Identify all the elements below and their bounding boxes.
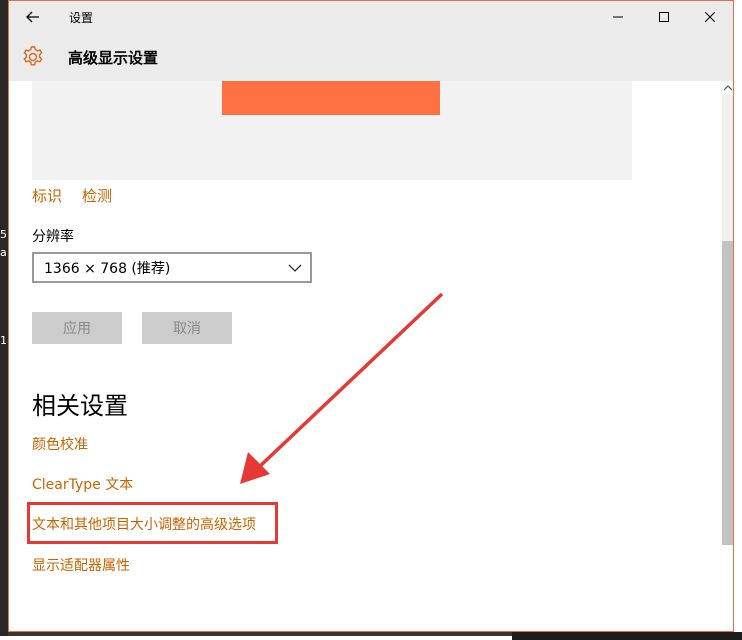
maximize-button[interactable] [641, 1, 687, 33]
close-button[interactable] [687, 1, 733, 33]
title-bar: 设置 [9, 1, 733, 33]
cleartype-link[interactable]: ClearType 文本 [32, 474, 133, 494]
taskbar-fragment [512, 632, 742, 640]
window-title: 设置 [69, 10, 94, 25]
back-button[interactable] [9, 1, 57, 33]
background-text-fragment: 5 [0, 228, 7, 241]
vertical-scrollbar[interactable] [721, 81, 733, 631]
background-text-fragment: a [0, 246, 7, 259]
chevron-down-icon [288, 264, 302, 272]
gear-icon [23, 46, 43, 66]
apply-button[interactable]: 应用 [32, 312, 122, 344]
scroll-up-button[interactable] [721, 81, 733, 95]
monitor-tile[interactable] [222, 81, 440, 115]
adapter-properties-link[interactable]: 显示适配器属性 [32, 555, 130, 575]
color-calibration-link[interactable]: 颜色校准 [32, 434, 88, 454]
display-actions: 标识 检测 [32, 185, 112, 206]
settings-window: 设置 高级显示设置 标识 检测 分辨率 1366 × 768 (推荐) 应用 取… [8, 0, 734, 632]
back-arrow-icon [26, 11, 39, 23]
scroll-thumb[interactable] [722, 241, 733, 545]
resolution-value: 1366 × 768 (推荐) [44, 260, 171, 277]
resolution-label: 分辨率 [32, 229, 74, 245]
main-content: 标识 检测 分辨率 1366 × 768 (推荐) 应用 取消 相关设置 颜色校… [9, 81, 721, 631]
desktop-background-left [0, 0, 8, 640]
display-preview [32, 81, 632, 180]
close-icon [705, 12, 715, 22]
identify-link[interactable]: 标识 [32, 185, 62, 206]
background-text-fragment: 1 [0, 334, 7, 347]
maximize-icon [659, 12, 669, 22]
settings-icon-container [9, 33, 57, 81]
annotation-highlight-box [27, 502, 278, 544]
page-header: 高级显示设置 [9, 33, 733, 81]
page-title: 高级显示设置 [68, 48, 159, 67]
minimize-icon [613, 16, 623, 18]
related-settings-title: 相关设置 [32, 392, 128, 420]
detect-link[interactable]: 检测 [82, 185, 112, 206]
minimize-button[interactable] [595, 1, 641, 33]
resolution-dropdown[interactable]: 1366 × 768 (推荐) [32, 252, 312, 283]
window-controls [595, 1, 733, 33]
cancel-button[interactable]: 取消 [142, 312, 232, 344]
desktop-background-right [734, 0, 742, 640]
chevron-up-icon [724, 85, 732, 91]
